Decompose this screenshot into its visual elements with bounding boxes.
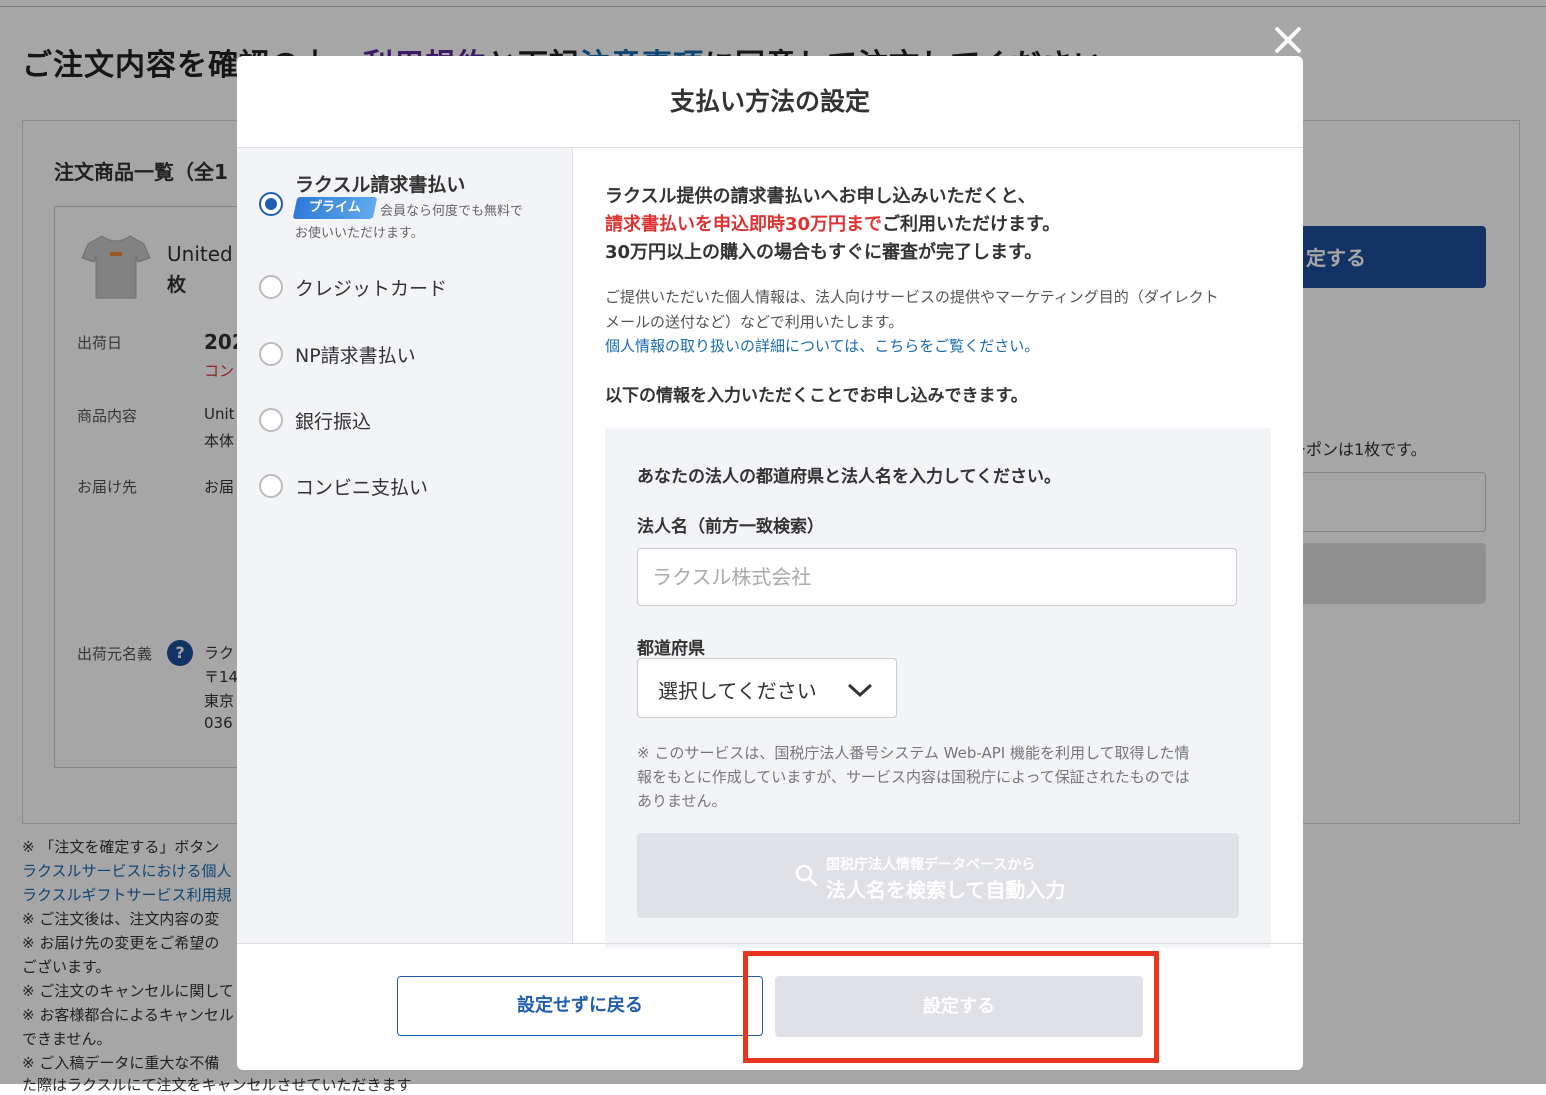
- api-note-1: ※ このサービスは、国税庁法人番号システム Web-API 機能を利用して取得し…: [637, 744, 1190, 762]
- option-credit-card[interactable]: クレジットカード: [295, 274, 447, 301]
- highlight-annotation: [743, 951, 1159, 1063]
- dialog-title: 支払い方法の設定: [669, 87, 870, 116]
- close-icon[interactable]: [1272, 24, 1304, 56]
- radio-raksul-invoice[interactable]: [259, 192, 283, 216]
- form-instruction: あなたの法人の都道府県と法人名を入力してください。: [637, 467, 1061, 487]
- radio-np-invoice[interactable]: [259, 342, 283, 366]
- api-note-2: 報をもとに作成していますが、サービス内容は国税庁によって保証されたものでは: [637, 768, 1190, 786]
- option-convenience-store[interactable]: コンビニ支払い: [295, 473, 428, 500]
- option-np-invoice[interactable]: NP請求書払い: [295, 341, 416, 368]
- privacy-details-link[interactable]: 個人情報の取り扱いの詳細については、こちらをご覧ください。: [605, 335, 1039, 356]
- prime-note: 会員なら何度でも無料で: [380, 204, 524, 219]
- corp-search-button[interactable]: 国税庁法人情報データベースから 法人名を検索して自動入力: [637, 833, 1239, 918]
- prefecture-select[interactable]: 選択してください: [637, 658, 897, 718]
- privacy-text-1: ご提供いただいた個人情報は、法人向けサービスの提供やマーケティング目的（ダイレク…: [605, 288, 1219, 306]
- corp-name-input[interactable]: ラクスル株式会社: [637, 548, 1237, 606]
- panel-divider: [572, 148, 573, 944]
- search-button-label: 法人名を検索して自動入力: [826, 878, 1066, 902]
- privacy-text-2: メールの送付など）などで利用いたします。: [605, 313, 904, 331]
- prefecture-select-value: 選択してください: [658, 679, 817, 703]
- option-bank-transfer[interactable]: 銀行振込: [295, 407, 371, 434]
- intro-line-1: ラクスル提供の請求書払いへお申し込みいただくと、: [605, 186, 1036, 207]
- payment-method-dialog: 支払い方法の設定 ラクスル請求書払い プライム 会員なら何度でも無料で お使いい…: [237, 56, 1303, 1070]
- intro-line-2: 請求書払いを申込即時30万円までご利用いただけます。: [605, 214, 1061, 235]
- search-icon: [795, 864, 818, 887]
- prefecture-label: 都道府県: [637, 639, 705, 659]
- back-without-saving-button[interactable]: 設定せずに戻る: [397, 976, 763, 1036]
- corp-name-label: 法人名（前方一致検索）: [637, 517, 824, 537]
- intro-line-3: 30万円以上の購入の場合もすぐに審査が完了します。: [605, 242, 1043, 263]
- prime-note-2: お使いいただけます。: [295, 226, 424, 241]
- radio-convenience-store[interactable]: [259, 474, 283, 498]
- option-raksul-invoice[interactable]: ラクスル請求書払い: [295, 170, 465, 197]
- api-note-3: ありません。: [637, 792, 727, 810]
- radio-credit-card[interactable]: [259, 275, 283, 299]
- radio-bank-transfer[interactable]: [259, 408, 283, 432]
- search-button-subtitle: 国税庁法人情報データベースから: [826, 857, 1036, 873]
- prime-badge: プライム: [292, 197, 378, 219]
- payment-options-panel: [237, 148, 572, 944]
- chevron-down-icon: [847, 683, 873, 698]
- apply-note: 以下の情報を入力いただくことでお申し込みできます。: [605, 386, 1028, 406]
- footer-divider: [237, 943, 1303, 944]
